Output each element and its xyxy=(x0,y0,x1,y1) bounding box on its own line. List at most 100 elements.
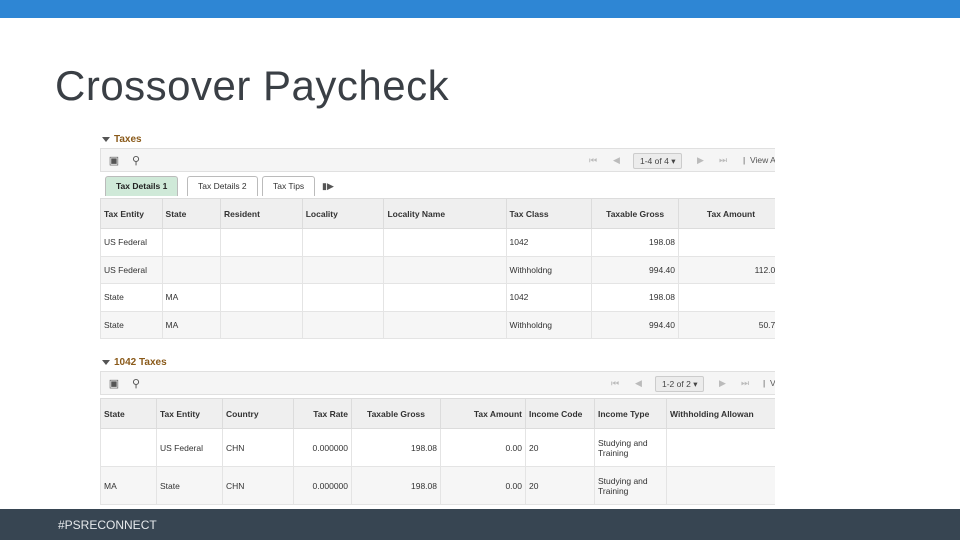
taxes-pager[interactable]: 1-4 of 4 ▾ xyxy=(633,153,683,169)
collapse-caret-icon xyxy=(102,136,110,142)
last-page-icon[interactable]: ⏭ xyxy=(719,155,727,166)
table-cell: 0.00 xyxy=(440,428,526,467)
table-cell xyxy=(678,228,775,257)
table-row: US Federal CHN 0.000000 198.08 0.00 20 Studyin… xyxy=(100,428,775,467)
table-cell: 0.00 xyxy=(440,466,526,505)
col-header[interactable]: Tax Entity xyxy=(100,198,163,229)
table-cell: US Federal xyxy=(156,428,223,467)
col-header[interactable]: Tax Rate xyxy=(293,398,352,429)
table-cell xyxy=(161,255,222,284)
col-header[interactable]: State xyxy=(161,198,222,229)
table-cell: State xyxy=(100,310,163,339)
view-all-label: Vi xyxy=(769,378,775,388)
col-header[interactable]: Taxable Gross xyxy=(591,198,679,229)
table-row: StateMA Withholdng994.4050.71 xyxy=(100,310,775,339)
col-header[interactable]: Income Type xyxy=(594,398,667,429)
table-cell xyxy=(383,283,507,312)
table-cell: MA xyxy=(161,310,222,339)
tab-tax-details-2[interactable]: Tax Details 2 xyxy=(187,176,258,196)
table-cell: 0.000000 xyxy=(293,466,352,505)
table-cell: 994.40 xyxy=(591,255,679,284)
col-header[interactable]: Country xyxy=(222,398,294,429)
table-cell: MA xyxy=(100,466,157,505)
table-cell xyxy=(301,255,385,284)
search-icon[interactable]: ⚲ xyxy=(129,154,143,168)
table-cell: 198.08 xyxy=(351,428,441,467)
next-page-icon[interactable]: ▶ xyxy=(697,155,704,166)
table-cell xyxy=(383,255,507,284)
col-header[interactable]: Locality xyxy=(301,198,385,229)
col-header[interactable]: State xyxy=(100,398,157,429)
tab-tax-details-1[interactable]: Tax Details 1 xyxy=(105,176,179,196)
table-cell: US Federal xyxy=(100,228,163,257)
search-icon[interactable]: ⚲ xyxy=(129,377,143,391)
table-cell xyxy=(161,228,222,257)
taxes-grid: Tax Entity State Resident Locality Local… xyxy=(100,198,775,339)
table-cell: Studying and Training xyxy=(594,466,667,505)
footer-bar: #PSRECONNECT xyxy=(0,509,960,540)
col-header[interactable]: Withholding Allowan xyxy=(666,398,775,429)
col-header[interactable]: Tax Amount xyxy=(440,398,526,429)
settings-icon[interactable]: ▣ xyxy=(107,154,121,168)
settings-icon[interactable]: ▣ xyxy=(107,377,121,391)
col-header[interactable]: Tax Entity xyxy=(156,398,223,429)
col-header[interactable]: Income Code xyxy=(525,398,595,429)
taxes-header-row: Tax Entity State Resident Locality Local… xyxy=(100,198,775,229)
table-cell: Withholdng xyxy=(505,255,593,284)
table-cell: US Federal xyxy=(100,255,163,284)
tab-expand-icon[interactable]: ▮▶ xyxy=(322,181,334,192)
table-cell xyxy=(301,283,385,312)
table-cell: 50.71 xyxy=(678,310,775,339)
table-cell: 20 xyxy=(525,466,595,505)
table-cell xyxy=(220,255,303,284)
table-cell: MA xyxy=(161,283,222,312)
top-accent-bar xyxy=(0,0,960,18)
paycheck-screenshot: Taxes ▣ ⚲ ⏮ ◀ 1-4 of 4 ▾ ▶ ⏭ | View Al T… xyxy=(80,130,775,510)
table-row: MA State CHN 0.000000 198.08 0.00 20 Studying a… xyxy=(100,466,775,505)
table-cell: 198.08 xyxy=(591,283,679,312)
table-cell: 20 xyxy=(525,428,595,467)
last-page-icon[interactable]: ⏭ xyxy=(741,378,749,389)
next-page-icon[interactable]: ▶ xyxy=(719,378,726,389)
slide-title: Crossover Paycheck xyxy=(55,62,450,109)
table-cell xyxy=(301,228,385,257)
table-cell: Withholdng xyxy=(505,310,593,339)
col-header[interactable]: Locality Name xyxy=(383,198,507,229)
table-cell xyxy=(220,283,303,312)
taxes-section-title: Taxes xyxy=(114,134,142,145)
table-row: US Federal 1042 198.08 xyxy=(100,228,775,257)
tab-tax-tips[interactable]: Tax Tips xyxy=(262,176,316,196)
taxes-section-header[interactable]: Taxes xyxy=(100,132,775,148)
table-cell: 198.08 xyxy=(591,228,679,257)
table-cell xyxy=(220,310,303,339)
collapse-caret-icon xyxy=(102,359,110,365)
taxes-1042-header-row: State Tax Entity Country Tax Rate Taxabl… xyxy=(100,398,775,429)
table-cell: CHN xyxy=(222,466,294,505)
pager-label: 1-4 of 4 xyxy=(640,156,669,166)
table-cell xyxy=(301,310,385,339)
prev-page-icon[interactable]: ◀ xyxy=(613,155,620,166)
taxes-1042-toolbar: ▣ ⚲ ⏮ ◀ 1-2 of 2 ▾ ▶ ⏭ | Vi xyxy=(100,371,775,395)
col-header[interactable]: Tax Class xyxy=(505,198,593,229)
pager-label: 1-2 of 2 xyxy=(662,379,691,389)
table-cell: 994.40 xyxy=(591,310,679,339)
table-cell xyxy=(220,228,303,257)
first-page-icon[interactable]: ⏮ xyxy=(611,378,619,389)
table-cell xyxy=(383,310,507,339)
col-header[interactable]: Tax Amount xyxy=(678,198,775,229)
footer-hashtag: #PSRECONNECT xyxy=(58,518,157,532)
table-cell: Studying and Training xyxy=(594,428,667,467)
col-header[interactable]: Resident xyxy=(220,198,303,229)
col-header[interactable]: Taxable Gross xyxy=(351,398,441,429)
view-all-link[interactable]: | View Al xyxy=(743,155,775,165)
prev-page-icon[interactable]: ◀ xyxy=(635,378,642,389)
taxes-1042-grid: State Tax Entity Country Tax Rate Taxabl… xyxy=(100,398,775,505)
taxes-1042-section-header[interactable]: 1042 Taxes xyxy=(100,355,775,371)
first-page-icon[interactable]: ⏮ xyxy=(589,155,597,166)
taxes-1042-pager[interactable]: 1-2 of 2 ▾ xyxy=(655,376,705,392)
table-cell: 1042 xyxy=(505,228,593,257)
table-cell: 198.08 xyxy=(351,466,441,505)
view-all-link[interactable]: | Vi xyxy=(763,378,775,388)
table-row: US Federal Withholdng994.40112.00 xyxy=(100,255,775,284)
table-cell: CHN xyxy=(222,428,294,467)
